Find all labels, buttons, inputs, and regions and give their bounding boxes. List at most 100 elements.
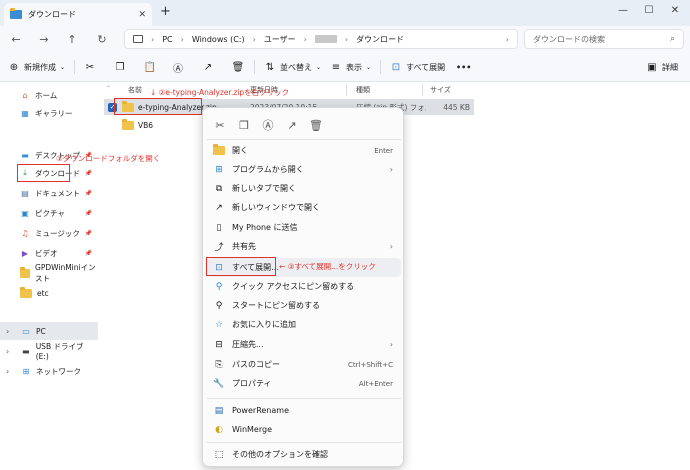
search-input[interactable]: ダウンロードの検索 ⌕	[524, 29, 684, 49]
sidebar-item-label: USB ドライブ (E:)	[35, 342, 84, 361]
menu-item-compress[interactable]: ⊟ 圧縮先... ›	[207, 335, 401, 354]
scissors-icon: ✂	[215, 118, 225, 132]
clipboard-icon: 📋	[143, 61, 157, 73]
video-icon: ▶	[21, 248, 29, 258]
tab-downloads[interactable]: ダウンロード ✕	[4, 3, 152, 26]
menu-item-new-tab[interactable]: ⧉ 新しいタブで開く	[207, 179, 401, 198]
maximize-button[interactable]: ☐	[636, 0, 662, 20]
menu-label: プログラムから開く	[232, 165, 304, 174]
address-chevron-icon[interactable]: ›	[506, 35, 509, 44]
breadcrumb-drive[interactable]: Windows (C:)	[192, 35, 245, 44]
chevron-right-icon[interactable]: ›	[6, 367, 16, 376]
desktop-icon: ▬	[21, 150, 29, 160]
menu-item-powerrename[interactable]: ▤ PowerRename	[207, 401, 401, 420]
tab-close-icon[interactable]: ✕	[138, 10, 146, 20]
cut-button[interactable]: ✂	[84, 59, 96, 75]
column-type[interactable]: 種類	[356, 85, 370, 95]
chevron-right-icon[interactable]: ›	[6, 327, 16, 336]
up-arrow-icon[interactable]: ↑	[64, 31, 80, 47]
share-icon: ↗	[203, 61, 213, 73]
menu-item-favorites[interactable]: ☆ お気に入りに追加	[207, 315, 401, 334]
sidebar-item-gpd[interactable]: GPDWinMiniインスト	[0, 263, 98, 283]
pin-icon: 📌	[84, 209, 92, 217]
menu-item-more-options[interactable]: ⬚ その他のオプションを確認	[207, 445, 401, 464]
close-button[interactable]: ✕	[662, 0, 688, 20]
column-size[interactable]: サイズ	[430, 85, 451, 95]
details-pane-icon: ▣	[647, 61, 657, 73]
column-name[interactable]: 名前	[128, 85, 142, 95]
menu-item-open[interactable]: 開く Enter	[207, 141, 401, 160]
sidebar-item-network[interactable]: › ⊞ ネットワーク	[0, 362, 98, 380]
paste-button[interactable]: 📋	[144, 59, 156, 75]
menu-item-new-window[interactable]: ↗ 新しいウィンドウで開く	[207, 198, 401, 217]
tab-title: ダウンロード	[28, 10, 76, 19]
sidebar-item-music[interactable]: ♫ ミュージック 📌	[0, 224, 98, 242]
sidebar-item-label: ドキュメント	[35, 188, 80, 198]
menu-item-pin-start[interactable]: ⚲ スタートにピン留めする	[207, 296, 401, 315]
menu-item-open-with[interactable]: ⊞ プログラムから開く ›	[207, 160, 401, 179]
sidebar-item-videos[interactable]: ▶ ビデオ 📌	[0, 244, 98, 262]
back-arrow-icon[interactable]: ←	[8, 31, 24, 47]
chevron-down-icon: ⌄	[60, 63, 66, 71]
more-options-button[interactable]: •••	[456, 59, 471, 75]
sidebar-item-documents[interactable]: ▤ ドキュメント 📌	[0, 184, 98, 202]
details-pane-button[interactable]: ▣ 詳細	[646, 59, 678, 75]
monitor-icon: ▭	[22, 326, 30, 336]
menu-item-winmerge[interactable]: ◐ WinMerge	[207, 420, 401, 439]
sidebar-item-home[interactable]: ⌂ ホーム	[0, 86, 98, 104]
menu-item-phone[interactable]: ▯ My Phone に送信	[207, 218, 401, 237]
ctx-delete-button[interactable]: 🗑	[305, 114, 327, 136]
sidebar-item-label: PC	[36, 326, 46, 336]
menu-shortcut: Ctrl+Shift+C	[348, 360, 393, 369]
ctx-copy-button[interactable]: ❐	[233, 114, 255, 136]
breadcrumb-downloads[interactable]: ダウンロード	[356, 34, 404, 45]
sort-button[interactable]: ⇅ 並べ替え ⌄	[264, 59, 321, 75]
toolbar-divider	[254, 60, 255, 74]
extract-all-button[interactable]: ⊡ すべて展開	[390, 59, 445, 75]
pin-icon: ⚲	[215, 281, 223, 292]
phone-icon: ▯	[216, 222, 222, 233]
sidebar-item-gallery[interactable]: ▦ ギャラリー	[0, 104, 98, 122]
chevron-right-icon[interactable]: ›	[6, 347, 16, 356]
document-icon: ▤	[21, 188, 29, 198]
trash-icon: 🗑	[231, 61, 245, 73]
more-options-icon: ⬚	[214, 449, 224, 460]
address-bar[interactable]: › PC › Windows (C:) › ユーザー › › ダウンロード ›	[124, 29, 518, 49]
ctx-share-button[interactable]: ↗	[281, 114, 303, 136]
copy-icon: ❐	[115, 61, 125, 73]
new-button[interactable]: ⊕ 新規作成 ⌄	[8, 59, 65, 75]
sidebar-item-pictures[interactable]: ▣ ピクチャ 📌	[0, 204, 98, 222]
sidebar-item-pc[interactable]: › ▭ PC	[0, 322, 98, 340]
rename-icon: Ⓐ	[262, 119, 274, 132]
menu-label: 開く	[232, 146, 248, 155]
command-bar: ⊕ 新規作成 ⌄ ✂ ❐ 📋 Ⓐ ↗ 🗑 ⇅ 並べ替え ⌄ ≡ 表示 ⌄ ⊡ す…	[0, 52, 690, 82]
breadcrumb-pc[interactable]: PC	[162, 35, 172, 44]
rename-button[interactable]: Ⓐ	[172, 59, 184, 75]
apps-icon: ⊞	[215, 164, 223, 175]
new-tab-icon: ⧉	[215, 183, 223, 194]
share-button[interactable]: ↗	[202, 59, 214, 75]
refresh-icon[interactable]: ↻	[94, 31, 110, 47]
gallery-icon: ▦	[21, 108, 29, 118]
network-icon: ⊞	[22, 366, 30, 376]
menu-shortcut: Alt+Enter	[358, 379, 393, 388]
new-tab-button[interactable]: +	[160, 4, 171, 19]
sidebar-item-usb[interactable]: › ▬ USB ドライブ (E:)	[0, 342, 98, 361]
view-button[interactable]: ≡ 表示 ⌄	[330, 59, 371, 75]
delete-button[interactable]: 🗑	[231, 59, 245, 75]
rename-icon: Ⓐ	[173, 63, 183, 75]
forward-arrow-icon[interactable]: →	[36, 31, 52, 47]
breadcrumb-users[interactable]: ユーザー	[264, 34, 296, 45]
menu-item-copy-path[interactable]: ⎘ パスのコピー Ctrl+Shift+C	[207, 355, 401, 374]
copy-button[interactable]: ❐	[114, 59, 126, 75]
file-size: 445 KB	[443, 102, 470, 112]
menu-item-pin-quick-access[interactable]: ⚲ クイック アクセスにピン留めする	[207, 277, 401, 296]
sidebar-item-etc[interactable]: etc	[0, 284, 98, 302]
minimize-button[interactable]: —	[610, 0, 636, 20]
sidebar-item-label: ホーム	[35, 90, 58, 100]
menu-item-share[interactable]: ⤴ 共有先 ›	[207, 237, 401, 256]
menu-item-properties[interactable]: 🔧 プロパティ Alt+Enter	[207, 374, 401, 393]
ctx-cut-button[interactable]: ✂	[209, 114, 231, 136]
menu-label: 新しいウィンドウで開く	[232, 203, 320, 212]
ctx-rename-button[interactable]: Ⓐ	[257, 114, 279, 136]
